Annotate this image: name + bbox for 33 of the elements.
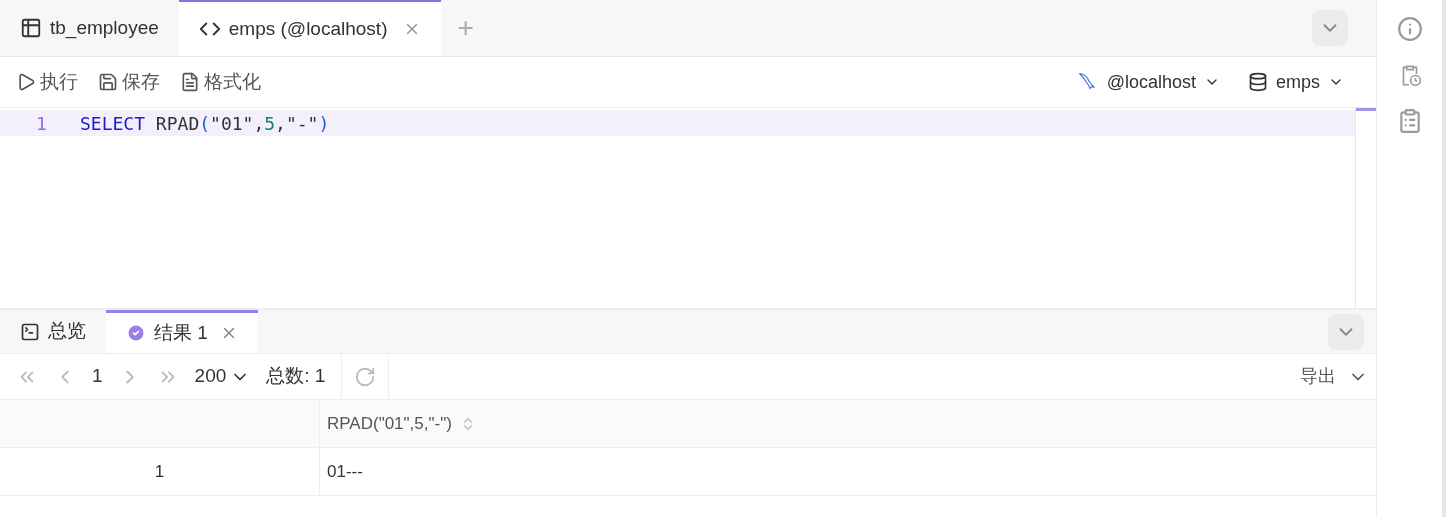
database-selector[interactable]: emps	[1248, 68, 1344, 96]
document-icon	[180, 72, 200, 92]
table-icon	[20, 17, 42, 39]
tab-label: 总览	[48, 319, 86, 344]
column-title: RPAD("01",5,"-")	[327, 412, 452, 435]
result-tab[interactable]: 结果 1	[106, 310, 258, 353]
page-size-selector[interactable]: 200	[194, 362, 251, 391]
refresh-icon	[354, 365, 377, 388]
code-text: SELECT RPAD("01",5,"-")	[80, 111, 330, 136]
info-icon[interactable]	[1396, 16, 1423, 42]
editor-tab[interactable]: emps (@localhost)	[178, 0, 442, 56]
toolbar-button[interactable]: 执行	[16, 67, 78, 97]
toolbar-button[interactable]: 保存	[98, 67, 160, 97]
play-icon	[16, 72, 36, 92]
save-icon	[98, 72, 118, 92]
editor-tab[interactable]: tb_employee	[0, 0, 179, 56]
check-circle-icon	[126, 323, 146, 343]
tab-label: tb_employee	[50, 15, 159, 41]
result-tab[interactable]: 总览	[0, 310, 106, 353]
connection-selector[interactable]: @localhost	[1076, 68, 1220, 96]
terminal-icon	[20, 321, 40, 342]
collapse-button[interactable]	[1312, 10, 1348, 46]
total-count: 总数: 1	[266, 364, 326, 389]
toolbar-button[interactable]: 格式化	[180, 67, 261, 97]
row-number: 1	[0, 448, 320, 495]
line-number: 1	[35, 111, 48, 136]
export-button[interactable]: 导出	[1300, 363, 1368, 390]
tab-label: 结果 1	[154, 320, 208, 345]
database-icon	[1248, 72, 1268, 92]
page-number: 1	[92, 364, 103, 389]
tab-label: emps (@localhost)	[228, 16, 388, 41]
collapse-button[interactable]	[1328, 313, 1364, 350]
table-cell-text: 01---	[326, 460, 364, 483]
